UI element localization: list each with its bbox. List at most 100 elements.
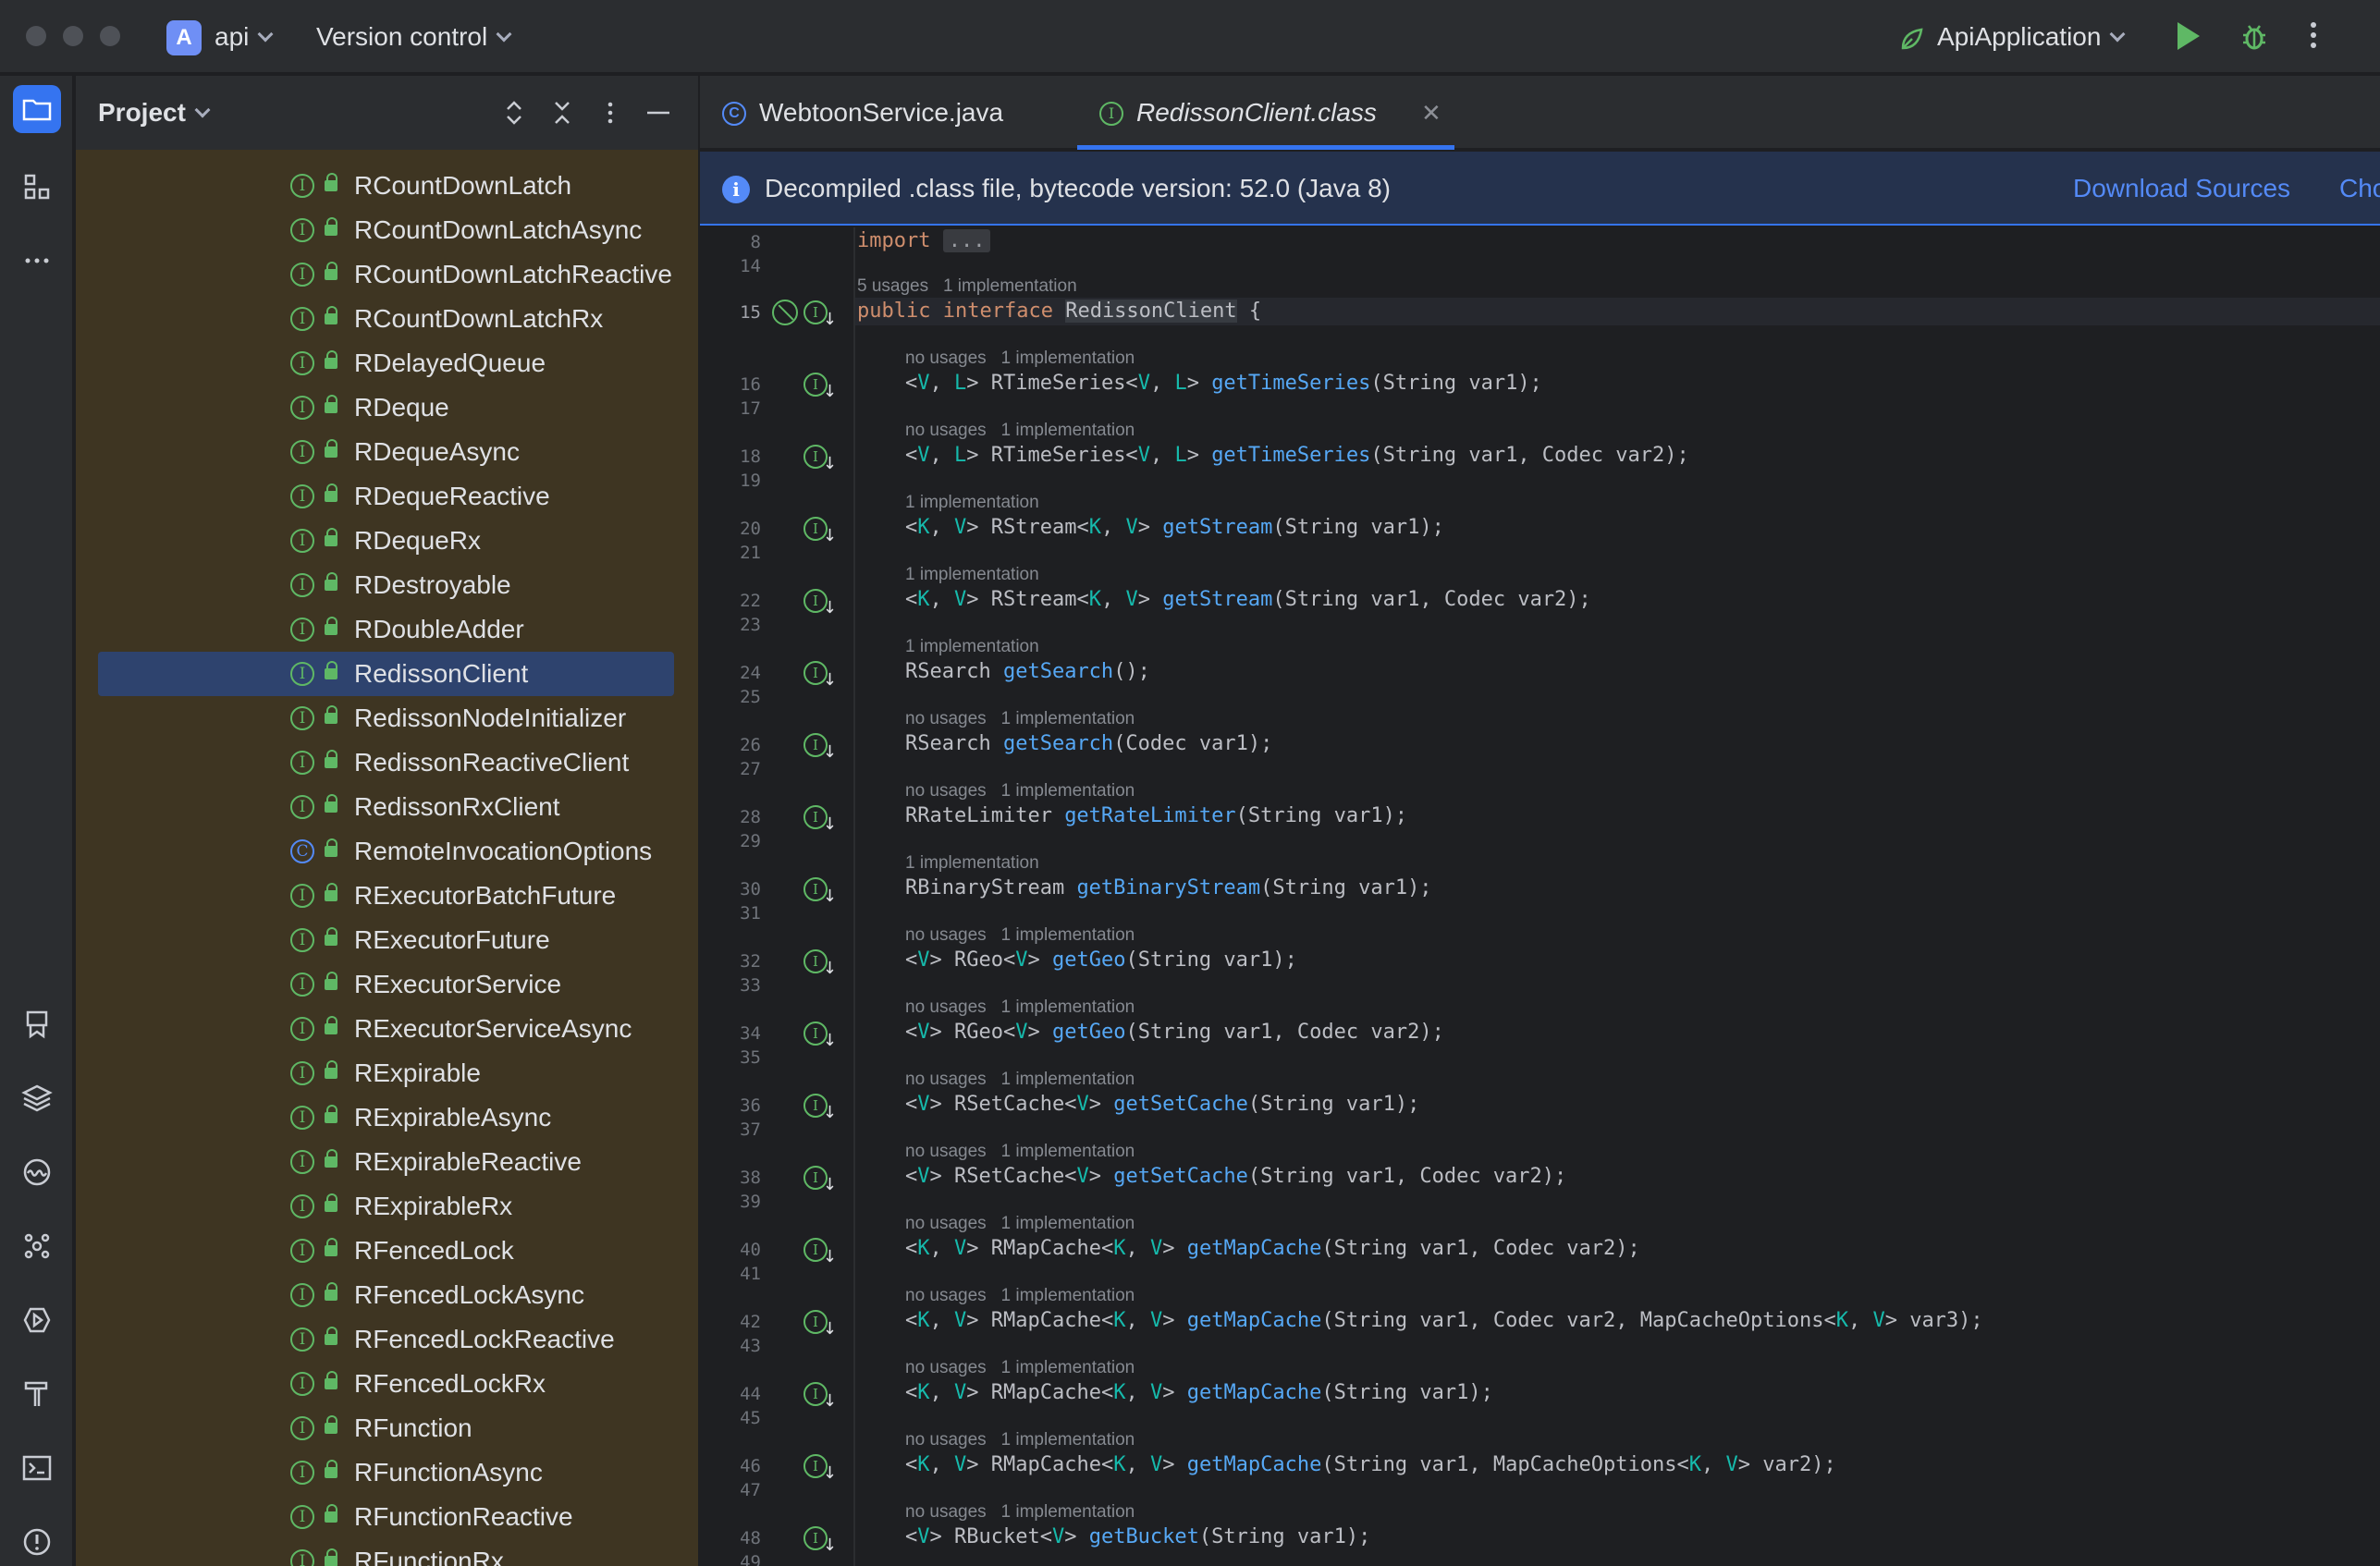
tree-item[interactable]: I RFencedLock [98, 1229, 674, 1273]
tree-item[interactable]: I RFunctionReactive [98, 1495, 674, 1539]
implementation-gutter-icon[interactable]: I ↓ [804, 373, 837, 401]
usages-hint[interactable]: no usages 1 implementation [905, 1501, 1135, 1523]
tab-webtoonservice[interactable]: C WebtoonService.java [700, 76, 1077, 150]
tree-item[interactable]: I RExecutorServiceAsync [98, 1007, 674, 1051]
implementation-gutter-icon[interactable]: I ↓ [804, 661, 837, 690]
bookmarks-tool-icon[interactable] [13, 1000, 61, 1048]
tree-item[interactable]: I RExpirable [98, 1051, 674, 1095]
tree-item[interactable]: I RCountDownLatchReactive [98, 252, 674, 297]
more-tools-icon[interactable] [13, 237, 61, 285]
tree-item[interactable]: I RedissonRxClient [98, 785, 674, 829]
method-declaration[interactable]: <K, V> RStream<K, V> getStream(String va… [905, 586, 1591, 614]
tree-item[interactable]: I RDequeReactive [98, 474, 674, 519]
usages-hint[interactable]: 1 implementation [905, 564, 1039, 586]
expand-all-icon[interactable] [499, 98, 529, 128]
method-declaration[interactable]: <K, V> RMapCache<K, V> getMapCache(Strin… [905, 1379, 1493, 1407]
method-declaration[interactable]: <V, L> RTimeSeries<V, L> getTimeSeries(S… [905, 370, 1542, 398]
tree-item[interactable]: I RExpirableAsync [98, 1095, 674, 1140]
services-graph-tool-icon[interactable] [13, 1222, 61, 1270]
usages-hint[interactable]: no usages 1 implementation [905, 1069, 1135, 1091]
project-switcher[interactable]: api [215, 20, 274, 54]
tree-item[interactable]: I RedissonReactiveClient [98, 740, 674, 785]
structure-tool-icon[interactable] [13, 163, 61, 211]
code-view[interactable]: import ... 5 usages 1 implementation publi… [857, 227, 2380, 1566]
tree-item[interactable]: I RFencedLockReactive [98, 1317, 674, 1362]
more-actions-icon[interactable] [2310, 22, 2317, 54]
tree-item[interactable]: I RExecutorBatchFuture [98, 874, 674, 918]
usages-hint[interactable]: no usages 1 implementation [905, 1357, 1135, 1379]
tree-item[interactable]: I RDeque [98, 385, 674, 430]
method-declaration[interactable]: <V> RSetCache<V> getSetCache(String var1… [905, 1091, 1419, 1119]
implementation-gutter-icon[interactable]: I ↓ [804, 877, 837, 906]
project-badge[interactable]: A [166, 20, 202, 55]
minimize-window-button[interactable] [63, 26, 83, 46]
implementation-gutter-icon[interactable]: I ↓ [804, 733, 837, 762]
tree-item[interactable]: I RFunctionAsync [98, 1450, 674, 1495]
download-sources-link[interactable]: Download Sources [2073, 172, 2290, 205]
tree-item[interactable]: I RDelayedQueue [98, 341, 674, 385]
usages-hint[interactable]: no usages 1 implementation [905, 1213, 1135, 1235]
tree-item[interactable]: C RemoteInvocationOptions [98, 829, 674, 874]
implementation-gutter-icon[interactable]: I ↓ [804, 1022, 837, 1050]
project-tool-icon[interactable] [13, 85, 61, 133]
run-tool-icon[interactable] [13, 1296, 61, 1344]
implementation-gutter-icon[interactable]: I ↓ [804, 1382, 837, 1411]
implementation-gutter-icon[interactable]: I ↓ [804, 517, 837, 545]
method-declaration[interactable]: <K, V> RStream<K, V> getStream(String va… [905, 514, 1444, 542]
implementation-gutter-icon[interactable]: I ↓ [804, 805, 837, 834]
implementation-gutter-icon[interactable]: I ↓ [804, 1310, 837, 1339]
no-usages-icon[interactable] [772, 300, 798, 325]
tree-item[interactable]: I RCountDownLatch [98, 164, 674, 208]
project-panel-title[interactable]: Project [98, 96, 211, 129]
tab-redissonclient[interactable]: I RedissonClient.class ✕ [1077, 76, 1454, 150]
tree-item[interactable]: I RDestroyable [98, 563, 674, 607]
usages-hint[interactable]: 1 implementation [905, 492, 1039, 514]
run-icon[interactable] [2178, 22, 2200, 50]
interface-declaration[interactable]: public interface RedissonClient { [857, 298, 1261, 325]
tree-item[interactable]: I RExpirableRx [98, 1184, 674, 1229]
usages-hint[interactable]: 5 usages 1 implementation [857, 275, 1077, 298]
usages-hint[interactable]: no usages 1 implementation [905, 924, 1135, 947]
debug-icon[interactable] [2241, 22, 2267, 52]
run-config-selector[interactable]: ApiApplication [1937, 20, 2126, 54]
implementation-gutter-icon[interactable]: I ↓ [804, 1454, 837, 1483]
method-declaration[interactable]: <V> RGeo<V> getGeo(String var1, Codec va… [905, 1019, 1444, 1046]
usages-hint[interactable]: 1 implementation [905, 852, 1039, 875]
layers-tool-icon[interactable] [13, 1074, 61, 1122]
tree-item[interactable]: I RFunction [98, 1406, 674, 1450]
method-declaration[interactable]: <K, V> RMapCache<K, V> getMapCache(Strin… [905, 1307, 1983, 1335]
tree-item[interactable]: I RDequeRx [98, 519, 674, 563]
tree-item[interactable]: I RExpirableReactive [98, 1140, 674, 1184]
tree-item[interactable]: I RCountDownLatchAsync [98, 208, 674, 252]
usages-hint[interactable]: no usages 1 implementation [905, 1141, 1135, 1163]
profiler-tool-icon[interactable] [13, 1148, 61, 1196]
method-declaration[interactable]: RSearch getSearch(); [905, 658, 1150, 686]
implementation-gutter-icon[interactable]: I ↓ [804, 949, 837, 978]
close-tab-icon[interactable]: ✕ [1421, 98, 1441, 128]
tree-item[interactable]: I RDoubleAdder [98, 607, 674, 652]
method-declaration[interactable]: RSearch getSearch(Codec var1); [905, 730, 1272, 758]
tree-item[interactable]: I RedissonClient [98, 652, 674, 696]
tree-item[interactable]: I RFencedLockRx [98, 1362, 674, 1406]
problems-tool-icon[interactable] [13, 1518, 61, 1566]
method-declaration[interactable]: <K, V> RMapCache<K, V> getMapCache(Strin… [905, 1235, 1640, 1263]
usages-hint[interactable]: no usages 1 implementation [905, 997, 1135, 1019]
tree-item[interactable]: I RCountDownLatchRx [98, 297, 674, 341]
usages-hint[interactable]: 1 implementation [905, 636, 1039, 658]
method-declaration[interactable]: RBinaryStream getBinaryStream(String var… [905, 875, 1432, 902]
folded-imports[interactable]: ... [942, 229, 991, 252]
implementation-gutter-icon[interactable]: I ↓ [804, 300, 837, 329]
collapse-all-icon[interactable] [547, 98, 577, 128]
usages-hint[interactable]: no usages 1 implementation [905, 1429, 1135, 1451]
method-declaration[interactable]: <V> RSetCache<V> getSetCache(String var1… [905, 1163, 1566, 1191]
implementation-gutter-icon[interactable]: I ↓ [804, 1094, 837, 1122]
tree-item[interactable]: I RFencedLockAsync [98, 1273, 674, 1317]
tree-item[interactable]: I RExecutorService [98, 962, 674, 1007]
implementation-gutter-icon[interactable]: I ↓ [804, 1526, 837, 1555]
method-declaration[interactable]: RRateLimiter getRateLimiter(String var1)… [905, 802, 1407, 830]
terminal-tool-icon[interactable] [13, 1444, 61, 1492]
tree-item[interactable]: I RFunctionRx [98, 1539, 674, 1566]
implementation-gutter-icon[interactable]: I ↓ [804, 445, 837, 473]
tree-item[interactable]: I RExecutorFuture [98, 918, 674, 962]
options-kebab-icon[interactable] [595, 98, 625, 128]
